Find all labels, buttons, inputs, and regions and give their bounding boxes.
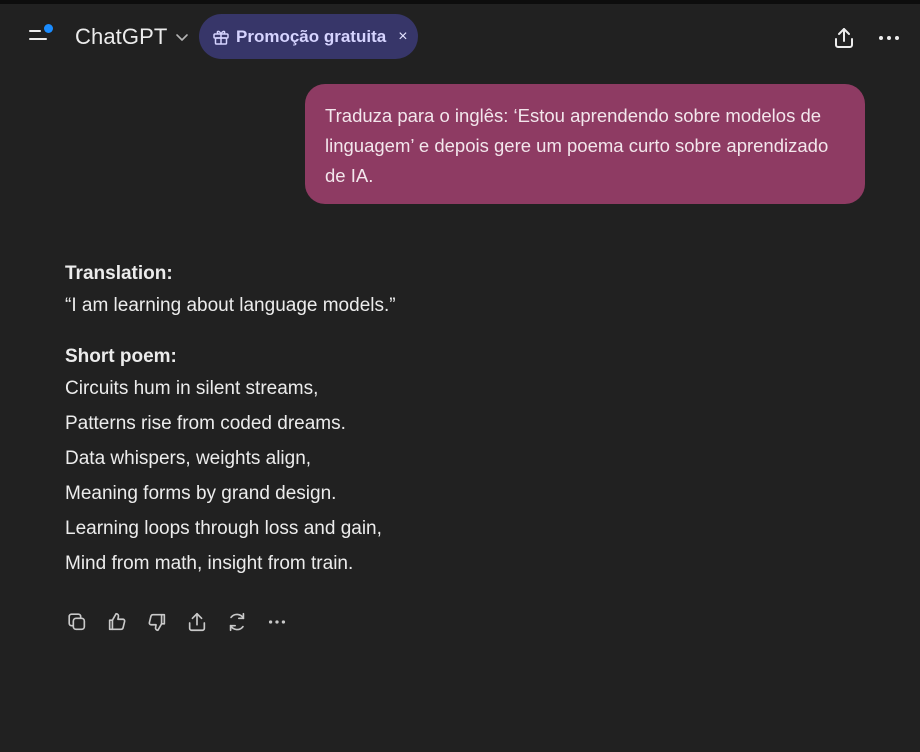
- more-icon: [268, 620, 286, 624]
- more-icon: [879, 36, 899, 40]
- thumbs-down-button[interactable]: [145, 610, 169, 634]
- more-options-button[interactable]: [877, 26, 901, 50]
- translation-text: “I am learning about language models.”: [65, 295, 396, 316]
- free-promo-pill[interactable]: Promoção gratuita ×: [199, 14, 418, 59]
- notification-dot: [44, 24, 53, 33]
- copy-icon: [68, 613, 86, 631]
- share-button[interactable]: [832, 26, 856, 50]
- user-message-bubble: Traduza para o inglês: ‘Estou aprendendo…: [305, 84, 865, 204]
- message-actions: [65, 610, 289, 634]
- promo-close-button[interactable]: ×: [398, 28, 407, 46]
- model-selector[interactable]: ChatGPT: [75, 22, 189, 52]
- poem-line: Learning loops through loss and gain,: [65, 518, 382, 539]
- share-icon: [835, 28, 853, 48]
- thumbs-up-button[interactable]: [105, 610, 129, 634]
- assistant-message: Translation: “I am learning about langua…: [65, 260, 865, 581]
- regenerate-button[interactable]: [225, 610, 249, 634]
- thumbs-down-icon: [148, 613, 166, 632]
- chevron-down-icon: [176, 34, 189, 41]
- thumbs-up-icon: [108, 612, 126, 631]
- more-actions-button[interactable]: [265, 610, 289, 634]
- share-message-button[interactable]: [185, 610, 209, 634]
- poem-line: Meaning forms by grand design.: [65, 483, 337, 504]
- sidebar-toggle-button[interactable]: [26, 22, 56, 52]
- promo-label: Promoção gratuita: [236, 26, 387, 46]
- regenerate-icon: [229, 612, 245, 632]
- poem-heading: Short poem:: [65, 346, 177, 367]
- poem-line: Mind from math, insight from train.: [65, 553, 354, 574]
- top-bar: ChatGPT Promoção gratuita ×: [0, 4, 920, 68]
- gift-icon: [213, 30, 229, 45]
- poem-line: Patterns rise from coded dreams.: [65, 413, 346, 434]
- poem-line: Data whispers, weights align,: [65, 448, 312, 469]
- translation-heading: Translation:: [65, 263, 173, 284]
- share-icon: [188, 612, 206, 632]
- model-name: ChatGPT: [75, 24, 168, 49]
- copy-button[interactable]: [65, 610, 89, 634]
- poem-line: Circuits hum in silent streams,: [65, 378, 319, 399]
